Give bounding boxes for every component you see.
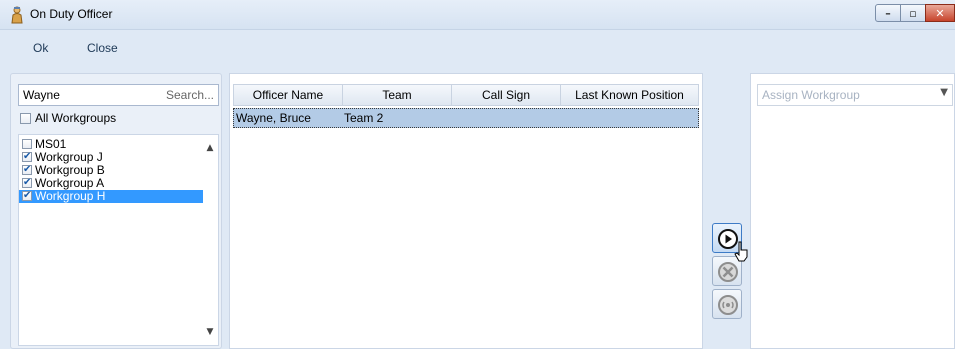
checkbox-icon[interactable] [22, 138, 32, 149]
grid-header: Officer Name Team Call Sign Last Known P… [233, 84, 699, 106]
all-workgroups-checkbox[interactable]: All Workgroups [20, 111, 116, 125]
checkbox-icon [20, 113, 31, 125]
assign-workgroup-panel: Assign Workgroup ▼ [750, 73, 955, 349]
title-bar[interactable]: On Duty Officer – ▫ ✕ [0, 0, 955, 30]
checkbox-icon[interactable] [22, 163, 32, 176]
maximize-icon: ▫ [909, 6, 917, 20]
scroll-down-arrow-icon[interactable]: ▼ [204, 327, 216, 337]
workgroup-filter-panel: Wayne Search... All Workgroups MS01 Work… [10, 73, 222, 349]
table-row[interactable]: Wayne, Bruce Team 2 [233, 108, 699, 128]
workgroup-label: Workgroup A [35, 176, 105, 190]
broadcast-button[interactable] [712, 289, 742, 319]
ok-button[interactable]: Ok [33, 41, 48, 55]
minimize-button[interactable]: – [875, 4, 901, 22]
column-header-call-sign[interactable]: Call Sign [451, 84, 561, 106]
close-button[interactable]: Close [87, 41, 118, 55]
officer-grid: Officer Name Team Call Sign Last Known P… [229, 73, 703, 349]
assign-workgroup-placeholder: Assign Workgroup [762, 88, 860, 102]
radio-signal-icon [718, 295, 738, 315]
checkbox-icon[interactable] [22, 176, 32, 189]
checkbox-icon[interactable] [22, 150, 32, 163]
search-input[interactable]: Wayne Search... [18, 84, 219, 106]
column-header-officer-name[interactable]: Officer Name [233, 84, 343, 106]
close-window-button[interactable]: ✕ [925, 4, 955, 22]
close-icon: ✕ [935, 6, 945, 20]
list-item[interactable]: Workgroup H [19, 189, 203, 203]
officer-icon [9, 6, 25, 24]
minimize-icon: – [885, 6, 891, 20]
workgroup-label: Workgroup H [35, 189, 106, 203]
window-controls: – ▫ ✕ [875, 4, 955, 22]
officer-name-cell: Wayne, Bruce [236, 111, 311, 125]
search-value: Wayne [23, 88, 60, 102]
chevron-down-icon[interactable]: ▼ [940, 87, 948, 98]
maximize-button[interactable]: ▫ [900, 4, 926, 22]
mouse-cursor-icon [734, 241, 750, 266]
column-header-team[interactable]: Team [342, 84, 452, 106]
assign-workgroup-dropdown[interactable]: Assign Workgroup ▼ [757, 84, 953, 106]
workgroup-list[interactable]: MS01 Workgroup J Workgroup B Workgroup A… [18, 134, 219, 346]
menu-bar: Ok Close [0, 30, 955, 64]
team-cell: Team 2 [344, 111, 384, 125]
on-duty-officer-window: On Duty Officer – ▫ ✕ Ok Close Wayne Sea… [0, 0, 955, 349]
column-header-last-known-position[interactable]: Last Known Position [560, 84, 699, 106]
scroll-up-arrow-icon[interactable]: ▲ [204, 143, 216, 153]
checkbox-icon[interactable] [22, 189, 32, 202]
all-workgroups-label: All Workgroups [35, 111, 117, 125]
search-button[interactable]: Search... [166, 88, 214, 102]
window-title: On Duty Officer [30, 7, 113, 21]
workgroup-label: Workgroup B [35, 163, 105, 177]
workgroup-label: Workgroup J [35, 150, 103, 164]
workgroup-label: MS01 [35, 137, 67, 151]
